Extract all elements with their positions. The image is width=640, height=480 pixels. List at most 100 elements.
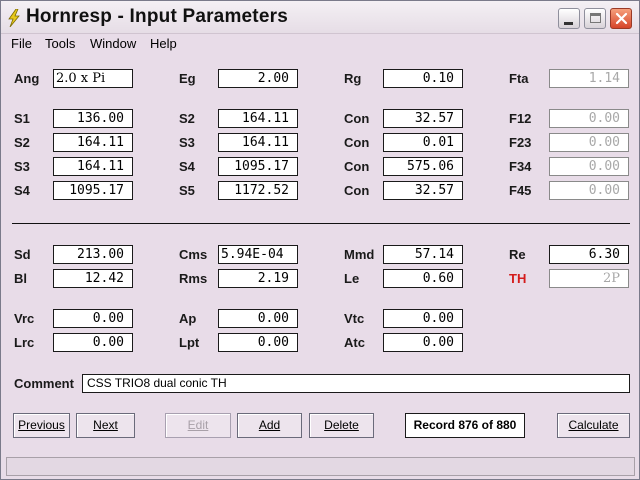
label-con-1: Con: [344, 111, 370, 126]
label-s2: S2: [179, 111, 195, 126]
label-rms: Rms: [179, 271, 208, 286]
maximize-icon: [590, 13, 601, 23]
input-s4-left[interactable]: 1095.17: [53, 181, 133, 200]
calculate-label: Calculate: [568, 418, 619, 432]
previous-label: Previous: [18, 418, 65, 432]
input-f34[interactable]: 0.00: [549, 157, 629, 176]
input-s5[interactable]: 1172.52: [218, 181, 298, 200]
title-bar[interactable]: Hornresp - Input Parameters: [1, 1, 639, 34]
label-re: Re: [509, 247, 526, 262]
input-lpt[interactable]: 0.00: [218, 333, 298, 352]
input-con-3[interactable]: 575.06: [383, 157, 463, 176]
input-re[interactable]: 6.30: [549, 245, 629, 264]
app-lightning-icon: [8, 9, 20, 27]
label-s4: S4: [179, 159, 195, 174]
menu-file[interactable]: File: [11, 36, 32, 51]
edit-button[interactable]: Edit: [165, 413, 231, 438]
input-fta[interactable]: 1.14: [549, 69, 629, 88]
label-con-3: Con: [344, 159, 370, 174]
label-s4-left: S4: [14, 183, 30, 198]
label-f45: F45: [509, 183, 532, 198]
menu-bar: File Tools Window Help: [1, 34, 639, 54]
label-sd: Sd: [14, 247, 31, 262]
input-f45[interactable]: 0.00: [549, 181, 629, 200]
label-fta: Fta: [509, 71, 529, 86]
comment-input[interactable]: CSS TRIO8 dual conic TH: [82, 374, 630, 393]
label-th: TH: [509, 271, 527, 286]
input-le[interactable]: 0.60: [383, 269, 463, 288]
input-ang[interactable]: 2.0 x Pi: [53, 69, 133, 88]
main-window: Hornresp - Input Parameters File Tools W…: [0, 0, 640, 480]
label-f12: F12: [509, 111, 532, 126]
input-s2[interactable]: 164.11: [218, 109, 298, 128]
previous-button[interactable]: Previous: [13, 413, 70, 438]
input-sd[interactable]: 213.00: [53, 245, 133, 264]
add-button[interactable]: Add: [237, 413, 302, 438]
record-indicator: Record 876 of 880: [405, 413, 525, 438]
input-vrc[interactable]: 0.00: [53, 309, 133, 328]
input-f23[interactable]: 0.00: [549, 133, 629, 152]
label-le: Le: [344, 271, 360, 286]
label-vrc: Vrc: [14, 311, 35, 326]
input-vtc[interactable]: 0.00: [383, 309, 463, 328]
close-button[interactable]: [610, 8, 632, 29]
input-s3-left[interactable]: 164.11: [53, 157, 133, 176]
edit-label: Edit: [187, 418, 209, 432]
status-bar: [6, 457, 635, 476]
label-s5: S5: [179, 183, 195, 198]
input-cms[interactable]: 5.94E-04: [218, 245, 298, 264]
input-bl[interactable]: 12.42: [53, 269, 133, 288]
input-s1[interactable]: 136.00: [53, 109, 133, 128]
label-lpt: Lpt: [179, 335, 200, 350]
label-s2-left: S2: [14, 135, 30, 150]
label-f34: F34: [509, 159, 532, 174]
label-lrc: Lrc: [14, 335, 35, 350]
input-lrc[interactable]: 0.00: [53, 333, 133, 352]
input-th[interactable]: 2P: [549, 269, 629, 288]
label-s3: S3: [179, 135, 195, 150]
maximize-button[interactable]: [584, 8, 606, 29]
label-cms: Cms: [179, 247, 208, 262]
label-ap: Ap: [179, 311, 197, 326]
label-f23: F23: [509, 135, 532, 150]
input-eg[interactable]: 2.00: [218, 69, 298, 88]
input-rms[interactable]: 2.19: [218, 269, 298, 288]
section-divider: [12, 223, 630, 224]
next-label: Next: [93, 418, 118, 432]
menu-help[interactable]: Help: [150, 36, 177, 51]
label-rg: Rg: [344, 71, 362, 86]
minimize-icon: [564, 22, 573, 25]
label-atc: Atc: [344, 335, 365, 350]
input-rg[interactable]: 0.10: [383, 69, 463, 88]
input-s2-left[interactable]: 164.11: [53, 133, 133, 152]
window-title: Hornresp - Input Parameters: [26, 6, 288, 27]
label-s3-left: S3: [14, 159, 30, 174]
input-con-2[interactable]: 0.01: [383, 133, 463, 152]
menu-tools[interactable]: Tools: [45, 36, 75, 51]
minimize-button[interactable]: [558, 8, 580, 29]
label-s1: S1: [14, 111, 30, 126]
input-ap[interactable]: 0.00: [218, 309, 298, 328]
add-label: Add: [258, 418, 281, 432]
label-vtc: Vtc: [344, 311, 365, 326]
input-con-4[interactable]: 32.57: [383, 181, 463, 200]
label-ang: Ang: [14, 71, 40, 86]
close-icon: [615, 12, 628, 25]
input-s4[interactable]: 1095.17: [218, 157, 298, 176]
label-mmd: Mmd: [344, 247, 375, 262]
label-eg: Eg: [179, 71, 196, 86]
menu-window[interactable]: Window: [90, 36, 136, 51]
calculate-button[interactable]: Calculate: [557, 413, 630, 438]
input-mmd[interactable]: 57.14: [383, 245, 463, 264]
label-comment: Comment: [14, 376, 74, 391]
delete-label: Delete: [324, 418, 359, 432]
label-con-4: Con: [344, 183, 370, 198]
input-f12[interactable]: 0.00: [549, 109, 629, 128]
delete-button[interactable]: Delete: [309, 413, 374, 438]
label-con-2: Con: [344, 135, 370, 150]
input-atc[interactable]: 0.00: [383, 333, 463, 352]
input-con-1[interactable]: 32.57: [383, 109, 463, 128]
input-s3[interactable]: 164.11: [218, 133, 298, 152]
next-button[interactable]: Next: [76, 413, 135, 438]
label-bl: Bl: [14, 271, 27, 286]
